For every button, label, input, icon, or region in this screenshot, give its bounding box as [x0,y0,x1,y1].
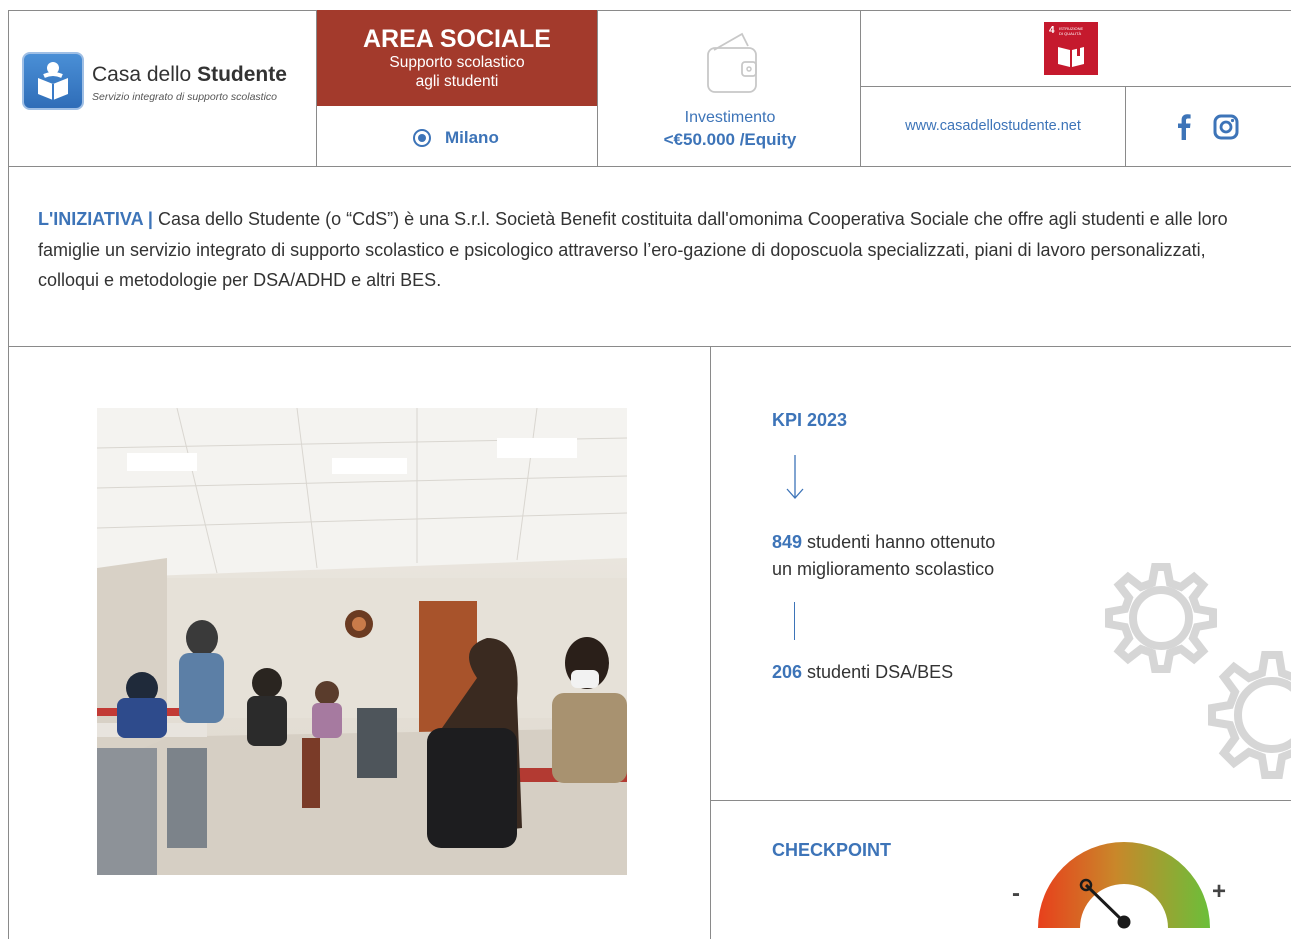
investment-label: Investimento [684,109,776,126]
website-link[interactable]: www.casadellostudente.net [861,118,1125,134]
sdg-4-badge: 4 ISTRUZIONE DI QUALITÀ [1044,22,1098,75]
kpi-item-2: 206 studenti DSA/BES [772,659,953,686]
area-subtitle-1: Supporto scolastico [389,54,525,71]
initiative-label: L'INIZIATIVA | [38,209,153,229]
area-subtitle-2: agli studenti [415,73,499,90]
checkpoint-title: CHECKPOINT [772,840,892,860]
area-title: AREA SOCIALE [363,25,551,53]
area-banner: AREA SOCIALE Supporto scolastico agli st… [317,10,597,106]
classroom-photo [97,408,627,875]
header-divider-2 [597,10,598,166]
gauge-minus-label: - [1012,880,1020,907]
header-divider-4 [861,86,1291,87]
left-border [8,10,9,939]
kpi-item-2-value: 206 [772,662,803,682]
kpi-item-2-text: studenti DSA/BES [802,662,954,682]
header-divider-5 [1125,86,1126,166]
wallet-icon [704,30,762,99]
location: Milano [412,127,562,149]
location-label: Milano [445,128,499,147]
open-book-icon [1058,44,1084,67]
kpi-connector [794,602,795,640]
gauge-plus-label: + [1212,878,1227,905]
kpi-checkpoint-divider [711,800,1291,801]
facebook-icon[interactable] [1177,114,1191,145]
investment-value: <€50.000 /Equity [663,130,797,149]
gauge-arc [1038,842,1210,928]
location-target-icon [413,129,431,147]
instagram-icon[interactable] [1213,114,1239,145]
section-divider [8,346,1291,347]
header-divider-3 [860,10,861,166]
kpi-title: KPI 2023 [772,410,848,430]
brand-name: Casa dello Studente [92,63,287,86]
checkpoint-gauge [1036,836,1212,939]
sdg-text-2: DI QUALITÀ [1059,31,1082,36]
column-divider [710,346,711,939]
top-border [8,10,1291,11]
sdg-number: 4 [1049,25,1055,36]
arrow-down-icon [785,455,805,506]
header-bottom-border [8,166,1291,167]
kpi-item-1-text: studenti hanno ottenuto [802,532,996,552]
brand-logo-icon [22,52,84,110]
kpi-item-1-value: 849 [772,532,803,552]
kpi-item-1-text-2: un miglioramento scolastico [772,559,995,579]
initiative-text: Casa dello Studente (o “CdS”) è una S.r.… [38,209,1228,290]
brand-tagline: Servizio integrato di supporto scolastic… [92,91,278,103]
kpi-item-1: 849 studenti hanno ottenuto un miglioram… [772,529,995,583]
gears-icon [1075,555,1291,800]
initiative-paragraph: L'INIZIATIVA | Casa dello Studente (o “C… [38,204,1268,296]
